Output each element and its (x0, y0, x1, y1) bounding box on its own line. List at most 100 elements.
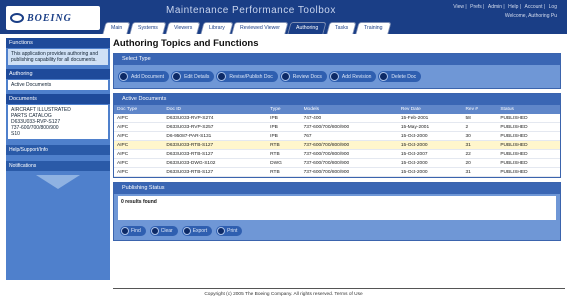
results-text: 0 results found (118, 196, 556, 220)
column-header[interactable]: Rev # (462, 105, 498, 114)
button-label: Export (192, 228, 208, 234)
table-row[interactable]: AIPC D633U033-RVP-S257 IPB 737-600/700/800/… (114, 122, 560, 132)
table-cell: 30 (462, 131, 498, 141)
tab-training[interactable]: Training (355, 22, 391, 34)
arrow-icon (150, 227, 159, 235)
tab-authoring[interactable]: Authoring (287, 22, 328, 34)
documents-table: Doc Type Doc ID Type Models Rev Date Rev… (114, 105, 560, 177)
top-link-admin[interactable]: Admin (488, 4, 502, 10)
tab-reviewed-viewer[interactable]: Reviewed Viewer (231, 22, 289, 34)
column-header[interactable]: Rev Date (397, 105, 463, 114)
sidebar-help-bar[interactable]: Help/Support/Info (6, 145, 110, 155)
sidebar: Functions This application provides auth… (6, 38, 110, 280)
arrow-icon (280, 72, 290, 81)
table-cell: PUBLISHED (497, 131, 560, 141)
table-cell: D633U033-RVP-S257 (163, 122, 268, 132)
table-row[interactable]: AIPC D633U033-RVP-S274 IPB 747-400 15-Feb-20… (114, 114, 560, 123)
find-button[interactable]: Find (120, 226, 146, 236)
column-header[interactable]: Models (300, 105, 398, 114)
app-title: Maintenance Performance Toolbox (166, 5, 336, 16)
table-cell: PUBLISHED (497, 122, 560, 132)
sidebar-document-info[interactable]: AIRCRAFT ILLUSTRATED PARTS CATALOG D633U… (8, 105, 108, 139)
tab-main[interactable]: Main (102, 22, 131, 34)
add-revision-button[interactable]: Add Revision (328, 71, 377, 82)
tab-reviewed-viewer-label: Reviewed Viewer (240, 25, 281, 31)
table-cell: 15-Oct-2007 (397, 149, 463, 159)
table-cell: DWG (267, 158, 301, 168)
column-header[interactable]: Doc ID (163, 105, 268, 114)
revise-publish-button[interactable]: Revise/Publish Doc (216, 71, 278, 82)
tab-viewers[interactable]: Viewers (165, 22, 202, 34)
function-panel-title: Select Type (114, 54, 560, 65)
print-button[interactable]: Print (216, 226, 243, 236)
table-cell: AIPC (114, 158, 164, 168)
tab-main-label: Main (111, 25, 123, 31)
top-link-help[interactable]: Help (508, 4, 518, 10)
tab-training-label: Training (363, 25, 383, 31)
table-header-row: Doc Type Doc ID Type Models Rev Date Rev… (114, 105, 560, 114)
top-link-account[interactable]: Account (525, 4, 543, 10)
arrow-icon (329, 72, 339, 81)
main-tabs: Main Systems Viewers Library Reviewed Vi… (102, 22, 391, 34)
table-cell: RTB (267, 167, 301, 177)
arrow-icon (119, 72, 128, 81)
tab-tasks[interactable]: Tasks (325, 22, 357, 34)
table-cell: AIPC (114, 131, 164, 141)
column-header[interactable]: Type (267, 105, 301, 114)
button-label: Review Docs (292, 73, 322, 80)
table-cell: 737-600/700/800/900 (300, 158, 398, 168)
tab-tasks-label: Tasks (334, 25, 348, 31)
table-cell: 737-600/700/800/900 (300, 122, 398, 132)
sidebar-item-active-documents[interactable]: Active Documents (8, 80, 108, 90)
search-panel-title: Publishing Status (114, 183, 560, 194)
tab-library-label: Library (208, 25, 225, 31)
table-row[interactable]: AIPC D633U033-RTB-S127 RTB 737-600/700/800/… (114, 167, 560, 177)
column-header[interactable]: Doc Type (114, 105, 164, 114)
arrow-icon (379, 72, 389, 81)
delete-doc-button[interactable]: Delete Doc (378, 71, 422, 82)
clear-button[interactable]: Clear (149, 226, 178, 236)
button-label: Delete Doc (391, 73, 417, 80)
column-header[interactable]: Status (497, 105, 560, 114)
logged-in-user: Welcome, Authoring Pu (504, 13, 557, 19)
table-cell: D633U033-RVP-S274 (163, 114, 268, 123)
app-header: BOEING Maintenance Performance Toolbox V… (0, 0, 567, 34)
table-cell: 15-May-2001 (397, 122, 463, 132)
sidebar-functions-heading: Functions (6, 38, 110, 48)
table-row[interactable]: AIPC D633U033-DWG-S102 DWG 737-600/700/800/… (114, 158, 560, 168)
table-cell: PUBLISHED (497, 140, 560, 150)
arrow-icon (217, 72, 227, 81)
table-row[interactable]: AIPC D6-95087-PAR-S131 IPB 767 15-Oct-2000 30… (114, 131, 560, 141)
export-button[interactable]: Export (181, 226, 213, 236)
table-cell: D633U033-RTB-S127 (163, 149, 268, 159)
footer: Copyright (c) 2005 The Boeing Company. A… (204, 292, 363, 297)
table-cell: RTB (267, 140, 301, 150)
review-docs-button[interactable]: Review Docs (279, 71, 327, 82)
table-cell: 15-Feb-2001 (397, 114, 463, 123)
button-label: Add Document (131, 73, 165, 80)
top-link-view[interactable]: View (453, 4, 464, 10)
edit-details-button[interactable]: Edit Details (171, 71, 215, 82)
boeing-logo[interactable]: BOEING (6, 6, 100, 30)
table-row[interactable]: AIPC D633U033-RTB-S127 RTB 737-600/700/800/… (114, 140, 560, 150)
top-link-prefs[interactable]: Prefs (470, 4, 482, 10)
table-cell: D633U033-RTB-S127 (163, 167, 268, 177)
button-label: Print (227, 228, 238, 234)
tab-systems[interactable]: Systems (129, 22, 167, 34)
top-link-log[interactable]: Log (549, 4, 557, 10)
add-document-button[interactable]: Add Document (118, 71, 170, 82)
page-title: Authoring Topics and Functions (113, 38, 259, 49)
logo-text: BOEING (27, 12, 72, 24)
tab-library[interactable]: Library (199, 22, 233, 34)
arrow-icon (121, 227, 129, 235)
table-cell: 58 (462, 114, 498, 123)
table-cell: 15-Oct-2000 (397, 140, 463, 150)
table-row[interactable]: AIPC D633U033-RTB-S127 RTB 737-600/700/800/… (114, 149, 560, 159)
tab-systems-label: Systems (138, 25, 159, 31)
sidebar-notifications-bar[interactable]: Notifications (6, 161, 110, 171)
table-cell: AIPC (114, 122, 164, 132)
top-links: View | Prefs | Admin | Help | Account | … (453, 4, 557, 10)
button-label: Add Revision (341, 73, 372, 80)
table-cell: 31 (462, 140, 498, 150)
table-cell: 20 (462, 158, 498, 168)
